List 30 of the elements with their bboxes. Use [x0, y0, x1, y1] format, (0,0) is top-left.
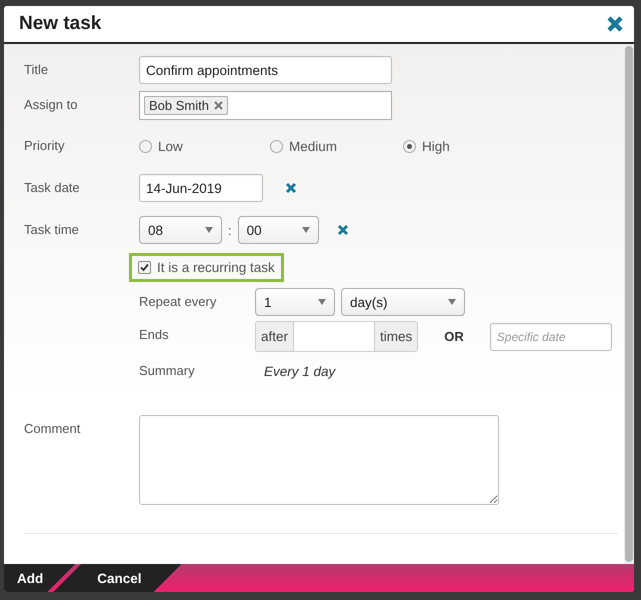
assignee-tag[interactable]: Bob Smith: [144, 96, 228, 115]
unit-select[interactable]: day(s): [341, 288, 465, 316]
date-field[interactable]: Specific date: [490, 322, 612, 350]
dialog-title: New task: [19, 13, 102, 35]
field-label: Task date: [24, 179, 81, 195]
assign-field[interactable]: Bob Smith: [139, 91, 392, 120]
minute-select[interactable]: 00: [238, 216, 319, 244]
field-label: Comment: [24, 420, 82, 436]
field-label: Priority: [24, 137, 66, 153]
date-field[interactable]: 14-Jun-2019: [139, 174, 263, 202]
title-field[interactable]: Confirm appointments: [139, 56, 392, 84]
after-label: after: [256, 322, 294, 351]
field-label: Ends: [139, 326, 170, 342]
field-label: Task time: [24, 221, 80, 237]
times-label: times: [375, 322, 418, 351]
summary-text: Every 1 day: [264, 364, 336, 378]
field-label: Title: [24, 61, 50, 77]
time-separator: :: [228, 222, 232, 238]
recurring-checkbox[interactable]: It is a recurring task: [129, 253, 284, 282]
or-label: OR: [444, 329, 464, 344]
priority-radio[interactable]: Low: [139, 138, 270, 154]
count-select[interactable]: 1: [255, 288, 335, 316]
field-label: Summary: [139, 362, 196, 378]
field-label: Repeat every: [139, 293, 218, 309]
priority-radio[interactable]: High: [403, 138, 503, 154]
cancel-button[interactable]: Cancel: [53, 564, 182, 592]
ends-after-field[interactable]: after times: [255, 321, 418, 352]
priority-radio[interactable]: Medium: [270, 138, 403, 154]
field-label: Assign to: [24, 96, 78, 112]
hour-select[interactable]: 08: [139, 216, 222, 244]
